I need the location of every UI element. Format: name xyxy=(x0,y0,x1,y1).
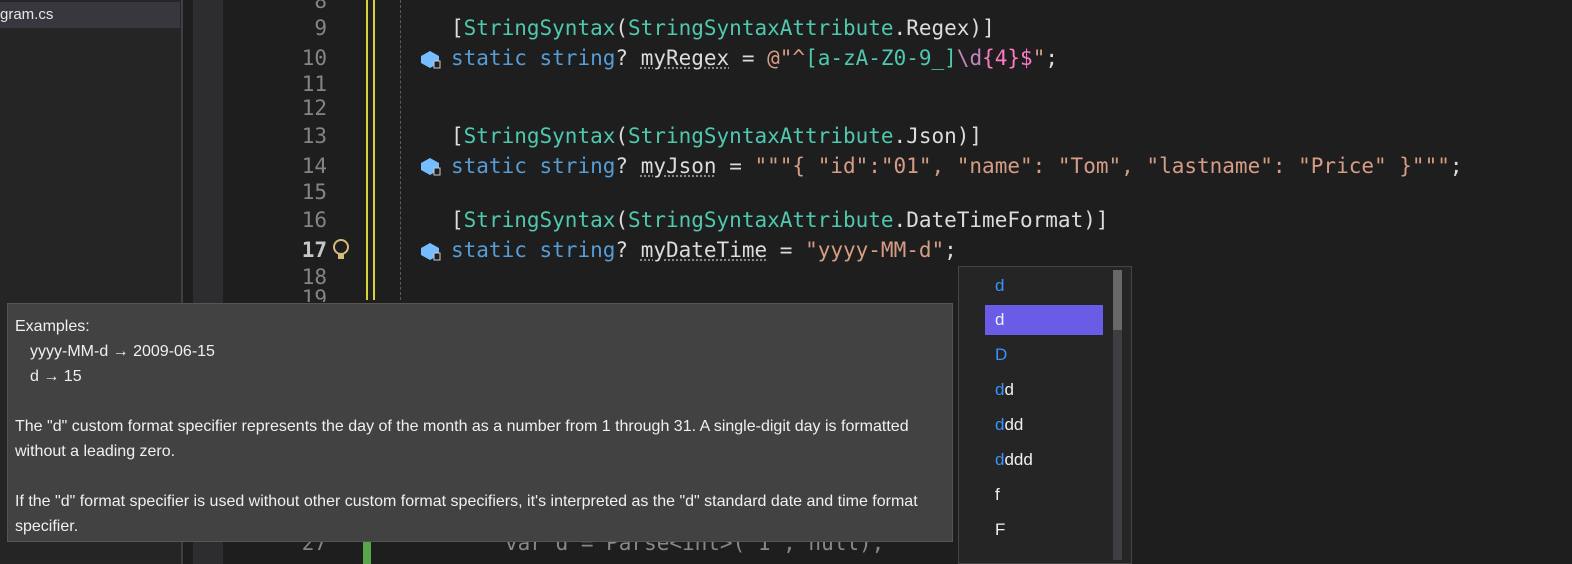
line-number: 12 xyxy=(301,96,327,120)
tooltip-heading: Examples: xyxy=(15,318,90,335)
completion-item[interactable]: ddd xyxy=(985,410,1103,440)
completion-item[interactable]: dddd xyxy=(985,445,1103,475)
field-lock-icon xyxy=(421,243,441,261)
line-number-current: 17 xyxy=(301,238,327,262)
completion-item-selected[interactable]: d xyxy=(985,305,1103,335)
field-lock-icon xyxy=(421,51,441,69)
change-tracking-bar xyxy=(366,0,368,300)
line-number: 14 xyxy=(301,154,327,178)
code-line-10[interactable]: static string? myRegex = @"^[a-zA-Z0-9_]… xyxy=(451,45,1058,71)
completion-item[interactable]: d xyxy=(985,271,1103,301)
lightbulb-icon[interactable] xyxy=(330,237,352,263)
completion-item[interactable]: F xyxy=(985,515,1103,545)
completion-item[interactable]: f xyxy=(985,480,1103,510)
line-number: 15 xyxy=(301,180,327,204)
tooltip-description: The "d" custom format specifier represen… xyxy=(15,418,909,460)
change-tracking-bar xyxy=(373,0,375,300)
code-line-9[interactable]: [StringSyntax(StringSyntaxAttribute.Rege… xyxy=(451,15,995,41)
line-number: 11 xyxy=(301,72,327,96)
indent-guide xyxy=(400,0,401,300)
tooltip-example: d → 15 xyxy=(30,368,82,385)
code-line-13[interactable]: [StringSyntax(StringSyntaxAttribute.Json… xyxy=(451,123,982,149)
field-lock-icon xyxy=(421,158,441,176)
line-number: 8 xyxy=(314,0,327,13)
solution-explorer-file-item[interactable]: gram.cs xyxy=(0,2,180,28)
line-number: 16 xyxy=(301,208,327,232)
code-line-14[interactable]: static string? myJson = """{ "id":"01", … xyxy=(451,153,1463,179)
line-number: 19 xyxy=(301,286,327,302)
tooltip-example: yyyy-MM-d → 2009-06-15 xyxy=(30,343,215,360)
code-line-17[interactable]: static string? myDateTime = "yyyy-MM-d"; xyxy=(451,237,957,263)
quick-info-tooltip: Examples: yyyy-MM-d → 2009-06-15 d → 15 … xyxy=(7,303,953,542)
line-number: 10 xyxy=(301,46,327,70)
completion-item[interactable]: D xyxy=(985,340,1103,370)
completion-item[interactable]: dd xyxy=(985,375,1103,405)
tooltip-description: If the "d" format specifier is used with… xyxy=(15,493,918,535)
completion-scrollbar-thumb[interactable] xyxy=(1113,270,1122,330)
line-number: 9 xyxy=(314,16,327,40)
line-number: 13 xyxy=(301,124,327,148)
code-line-16[interactable]: [StringSyntax(StringSyntaxAttribute.Date… xyxy=(451,207,1109,233)
